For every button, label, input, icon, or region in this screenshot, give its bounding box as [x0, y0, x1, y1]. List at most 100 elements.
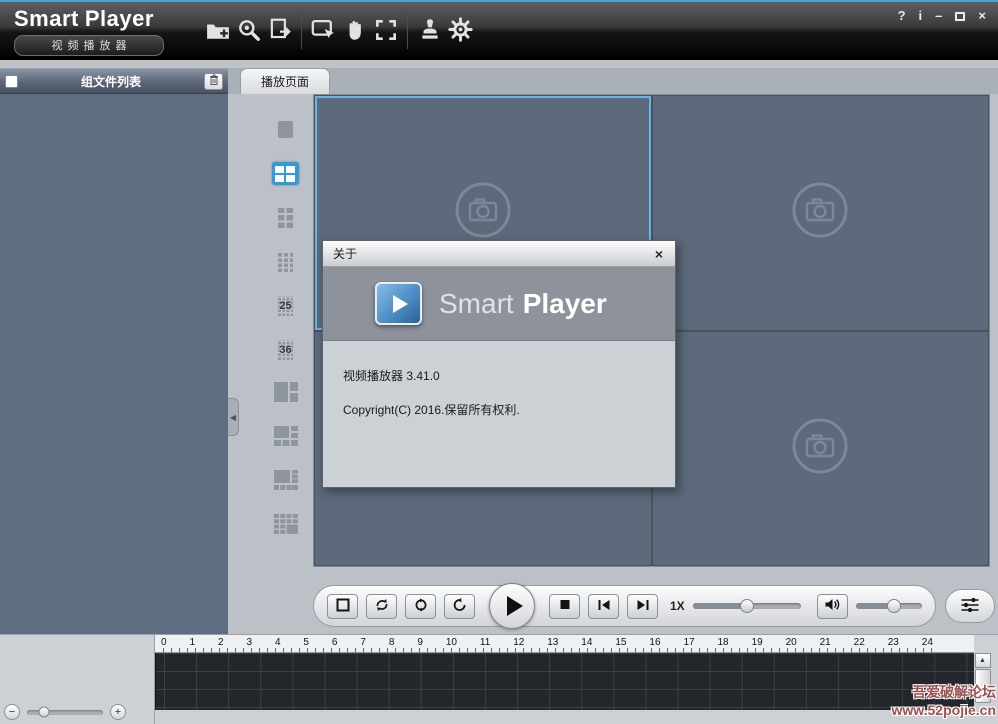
close-all-button[interactable] [327, 594, 358, 619]
zoom-in-button[interactable]: + [110, 704, 126, 720]
speed-slider[interactable] [693, 603, 801, 609]
play-button[interactable] [489, 583, 535, 629]
video-pane-4[interactable] [653, 332, 989, 566]
ruler-tick-label: 5 [303, 637, 309, 648]
toolbar-separator [407, 13, 408, 49]
minimize-button[interactable]: – [935, 9, 942, 23]
volume-slider-knob[interactable] [887, 599, 901, 613]
layout-split-6-button[interactable] [272, 426, 299, 449]
about-dialog-close-button[interactable]: × [653, 247, 665, 261]
camera-icon [789, 415, 851, 482]
layout-16-button[interactable] [272, 250, 299, 273]
speed-slider-knob[interactable] [740, 599, 754, 613]
layout-split-8-button[interactable] [272, 470, 299, 493]
gear-icon [447, 16, 474, 46]
layout-4-button[interactable] [272, 162, 299, 185]
about-dialog: 关于 × SmartPlayer 视频播放器 3.41.0 Copyright(… [322, 240, 676, 488]
video-pane-2[interactable] [653, 96, 989, 330]
layout-1-button[interactable] [272, 118, 299, 141]
prev-frame-icon [596, 598, 612, 615]
camera-icon [452, 179, 514, 246]
timeline-grid[interactable] [155, 653, 974, 710]
replay-button[interactable] [444, 594, 475, 619]
scrollbar-thumb[interactable] [975, 669, 991, 703]
stamp-icon [417, 17, 443, 46]
pan-button[interactable] [339, 19, 370, 44]
group-file-list-panel: 组文件列表 [0, 68, 228, 634]
layout-4-icon [275, 165, 296, 182]
ruler-tick-label: 12 [513, 637, 524, 648]
playback-bar: 1X [313, 585, 936, 627]
hand-icon [342, 17, 368, 46]
playback-controls: 1X [313, 585, 990, 627]
layout-split-3-icon [274, 382, 298, 405]
zoom-slider-knob[interactable] [38, 707, 49, 718]
timeline-main: 0 1 2 3 4 5 6 7 8 9 10 11 12 13 14 15 16 [155, 635, 974, 724]
snapshot-button[interactable] [308, 19, 339, 44]
export-file-button[interactable] [264, 19, 295, 44]
filter-list-icon [960, 597, 980, 616]
ruler-hour-labels: 0 1 2 3 4 5 6 7 8 9 10 11 12 13 14 15 16 [161, 637, 933, 648]
select-all-checkbox[interactable] [5, 75, 18, 88]
sync-play-button[interactable] [366, 594, 397, 619]
camera-icon [789, 179, 851, 246]
layout-9-button[interactable] [272, 206, 299, 229]
ruler-tick-label: 22 [854, 637, 865, 648]
ruler-tick-label: 23 [888, 637, 899, 648]
layout-25-button[interactable]: 25 [272, 294, 299, 317]
app-logo: SmartPlayer 视频播放器 [6, 6, 202, 56]
layout-1-icon [278, 121, 293, 138]
ruler-tick-label: 18 [717, 637, 728, 648]
watermark-verify-button[interactable] [414, 19, 445, 44]
next-frame-icon [635, 598, 651, 615]
snapshot-icon [310, 17, 337, 45]
stop-button[interactable] [549, 594, 580, 619]
panel-header: 组文件列表 [0, 68, 228, 94]
about-dialog-title: 关于 [333, 245, 653, 262]
file-list-body[interactable] [0, 94, 228, 634]
toolbar-separator [301, 13, 302, 49]
layout-36-button[interactable]: 36 [272, 338, 299, 361]
ruler-tick-label: 13 [547, 637, 558, 648]
window-controls: ? i – × [898, 9, 986, 23]
delete-list-button[interactable] [204, 73, 223, 90]
timeline-zoom-controls: − + [4, 704, 126, 720]
ruler-tick-label: 24 [922, 637, 933, 648]
open-file-button[interactable] [202, 19, 233, 44]
maximize-button[interactable] [955, 12, 965, 21]
settings-button[interactable] [445, 19, 476, 44]
zoom-out-button[interactable]: − [4, 704, 20, 720]
ruler-tick-label: 6 [332, 637, 338, 648]
layout-split-13-button[interactable] [272, 514, 299, 537]
tab-play-page[interactable]: 播放页面 [240, 68, 330, 94]
zoom-slider[interactable] [27, 710, 103, 715]
loop-icon [413, 598, 429, 615]
loop-button[interactable] [405, 594, 436, 619]
ruler-tick-label: 16 [649, 637, 660, 648]
fullscreen-button[interactable] [370, 19, 401, 44]
info-button[interactable]: i [919, 9, 923, 23]
timeline-section: − + 0 1 2 3 4 5 6 7 8 9 10 11 [0, 634, 998, 724]
layout-split-3-button[interactable] [272, 382, 299, 405]
ruler-tick-label: 3 [246, 637, 252, 648]
help-button[interactable]: ? [898, 9, 906, 23]
close-all-icon [335, 598, 351, 615]
tab-bar: 播放页面 [228, 68, 998, 94]
layout-9-icon [278, 208, 293, 228]
panel-collapse-button[interactable]: ◀ [228, 398, 239, 436]
stream-settings-button[interactable] [945, 589, 995, 623]
volume-slider[interactable] [856, 603, 922, 609]
ruler-tick-label: 15 [615, 637, 626, 648]
next-frame-button[interactable] [627, 594, 658, 619]
layout-selector: 25 36 [228, 94, 313, 634]
prev-frame-button[interactable] [588, 594, 619, 619]
search-device-button[interactable] [233, 19, 264, 44]
volume-button[interactable] [817, 594, 848, 619]
ruler-tick-label: 0 [161, 637, 167, 648]
ruler-tick-label: 7 [360, 637, 366, 648]
close-button[interactable]: × [978, 9, 986, 23]
app-subtitle-badge: 视频播放器 [14, 35, 164, 56]
about-dialog-titlebar[interactable]: 关于 × [323, 241, 675, 267]
scroll-up-button[interactable]: ▲ [975, 653, 991, 668]
about-brand-band: SmartPlayer [323, 267, 675, 341]
